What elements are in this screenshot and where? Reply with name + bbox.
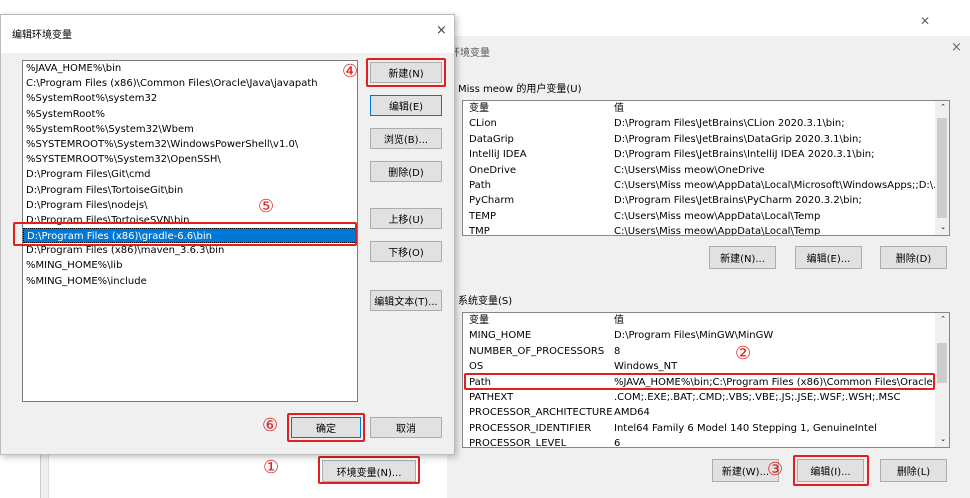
- table-row[interactable]: OneDrive C:\Users\Miss meow\OneDrive: [463, 163, 949, 178]
- scroll-up-icon[interactable]: ⌃: [940, 103, 946, 111]
- sys-vars-label: 系统变量(S): [458, 296, 513, 307]
- list-item[interactable]: %SystemRoot%\system32: [23, 91, 357, 106]
- move-up-button[interactable]: 上移(U): [370, 208, 442, 229]
- table-row[interactable]: PROCESSOR_LEVEL 6: [463, 436, 949, 448]
- list-item[interactable]: %JAVA_HOME%\bin: [23, 61, 357, 76]
- scroll-up-icon[interactable]: ⌃: [940, 315, 946, 323]
- delete-button[interactable]: 删除(D): [370, 161, 442, 182]
- var-value: 8: [614, 345, 621, 357]
- table-row[interactable]: PATHEXT .COM;.EXE;.BAT;.CMD;.VBS;.VBE;.JS…: [463, 390, 949, 405]
- cancel-button[interactable]: 取消: [370, 417, 442, 438]
- var-value: C:\Users\Miss meow\AppData\Local\Microso…: [614, 179, 943, 191]
- edit-button[interactable]: 编辑(E): [370, 95, 442, 116]
- var-value: D:\Program Files\MinGW\MinGW: [614, 330, 774, 342]
- user-vars-table[interactable]: 变量值 CLion D:\Program Files\JetBrains\CLio…: [462, 100, 950, 236]
- var-name: PROCESSOR_IDENTIFIER: [469, 422, 592, 434]
- table-header: 变量值: [469, 315, 624, 326]
- highlight-4: [366, 58, 446, 87]
- table-row[interactable]: NUMBER_OF_PROCESSORS 8: [463, 344, 949, 359]
- var-value: Intel64 Family 6 Model 140 Stepping 1, G…: [614, 422, 877, 434]
- list-item[interactable]: %SystemRoot%: [23, 107, 357, 122]
- var-name: IntelliJ IDEA: [469, 149, 527, 161]
- marker-4: ④: [342, 61, 359, 82]
- table-row[interactable]: PyCharm D:\Program Files\JetBrains\PyChar…: [463, 193, 949, 208]
- top-close-icon[interactable]: ✕: [920, 14, 930, 28]
- user-new-button[interactable]: 新建(N)...: [709, 246, 776, 269]
- list-item[interactable]: D:\Program Files\Git\cmd: [23, 167, 357, 182]
- var-name: CLion: [469, 118, 497, 130]
- var-name: MING_HOME: [469, 330, 532, 342]
- var-value: D:\Program Files\JetBrains\CLion 2020.3.…: [614, 118, 845, 130]
- table-row[interactable]: TMP C:\Users\Miss meow\AppData\Local\Temp: [463, 224, 949, 236]
- var-value: C:\Users\Miss meow\AppData\Local\Temp: [614, 226, 821, 236]
- var-value: C:\Users\Miss meow\AppData\Local\Temp: [614, 210, 821, 222]
- var-name: TMP: [469, 226, 490, 236]
- marker-6: ⑥: [262, 415, 279, 436]
- table-row[interactable]: DataGrip D:\Program Files\JetBrains\DataG…: [463, 132, 949, 147]
- var-value: AMD64: [614, 407, 650, 419]
- user-vars-label: Miss meow 的用户变量(U): [458, 84, 582, 95]
- highlight-2: [464, 373, 935, 390]
- var-name: PROCESSOR_ARCHITECTURE: [469, 407, 613, 419]
- var-name: Path: [469, 179, 491, 191]
- var-name: NUMBER_OF_PROCESSORS: [469, 345, 605, 357]
- env-dialog-title: 环境变量: [450, 48, 490, 59]
- move-down-button[interactable]: 下移(O): [370, 241, 442, 262]
- edit-dialog-close-icon[interactable]: ×: [436, 23, 447, 38]
- highlight-3: [793, 455, 869, 486]
- table-row[interactable]: PROCESSOR_ARCHITECTURE AMD64: [463, 405, 949, 420]
- list-item[interactable]: C:\Program Files (x86)\Common Files\Orac…: [23, 76, 357, 91]
- env-dialog-close-icon[interactable]: ×: [951, 40, 962, 55]
- var-value: D:\Program Files\JetBrains\PyCharm 2020.…: [614, 195, 862, 207]
- edit-text-button[interactable]: 编辑文本(T)...: [370, 290, 442, 311]
- marker-1: ①: [263, 457, 280, 478]
- var-value: D:\Program Files\JetBrains\IntelliJ IDEA…: [614, 149, 875, 161]
- highlight-6: [287, 413, 365, 442]
- table-row[interactable]: TEMP C:\Users\Miss meow\AppData\Local\Tem…: [463, 209, 949, 224]
- env-dialog-top: [447, 0, 970, 36]
- user-edit-button[interactable]: 编辑(E)...: [795, 246, 862, 269]
- marker-2: ②: [735, 343, 752, 364]
- highlight-5: [13, 222, 357, 246]
- var-value: 6: [614, 438, 621, 448]
- list-item[interactable]: D:\Program Files\TortoiseGit\bin: [23, 183, 357, 198]
- var-value: D:\Program Files\JetBrains\DataGrip 2020…: [614, 133, 862, 145]
- marker-3: ③: [767, 459, 784, 480]
- user-delete-button[interactable]: 删除(D): [880, 246, 947, 269]
- sys-delete-button[interactable]: 删除(L): [880, 459, 947, 482]
- table-header: 变量值: [469, 103, 624, 114]
- table-row[interactable]: IntelliJ IDEA D:\Program Files\JetBrains\…: [463, 147, 949, 162]
- table-row[interactable]: PROCESSOR_IDENTIFIER Intel64 Family 6 Mod…: [463, 421, 949, 436]
- var-name: PATHEXT: [469, 391, 514, 403]
- list-item[interactable]: %SystemRoot%\System32\Wbem: [23, 122, 357, 137]
- table-row[interactable]: Path C:\Users\Miss meow\AppData\Local\Mic…: [463, 178, 949, 193]
- var-name: PyCharm: [469, 195, 515, 207]
- list-item[interactable]: %SYSTEMROOT%\System32\WindowsPowerShell\…: [23, 137, 357, 152]
- marker-5: ⑤: [258, 196, 275, 217]
- highlight-1: [318, 456, 420, 484]
- table-row[interactable]: MING_HOME D:\Program Files\MinGW\MinGW: [463, 328, 949, 343]
- edit-dialog-title: 编辑环境变量: [12, 30, 72, 41]
- browse-button[interactable]: 浏览(B)...: [370, 128, 442, 149]
- var-value: .COM;.EXE;.BAT;.CMD;.VBS;.VBE;.JS;.JSE;.…: [614, 391, 901, 403]
- list-item[interactable]: %SYSTEMROOT%\System32\OpenSSH\: [23, 152, 357, 167]
- var-name: TEMP: [469, 210, 497, 222]
- var-name: DataGrip: [469, 133, 514, 145]
- sys-scroll-thumb[interactable]: [937, 343, 947, 383]
- list-item[interactable]: D:\Program Files\nodejs\: [23, 198, 357, 213]
- user-scroll-thumb[interactable]: [937, 118, 947, 218]
- table-row[interactable]: CLion D:\Program Files\JetBrains\CLion 20…: [463, 116, 949, 131]
- var-name: OneDrive: [469, 164, 517, 176]
- list-item[interactable]: %MING_HOME%\include: [23, 274, 357, 289]
- var-name: PROCESSOR_LEVEL: [469, 438, 567, 448]
- var-value: C:\Users\Miss meow\OneDrive: [614, 164, 765, 176]
- list-item[interactable]: %MING_HOME%\lib: [23, 258, 357, 273]
- scroll-down-icon[interactable]: ⌄: [940, 223, 946, 231]
- scroll-down-icon[interactable]: ⌄: [940, 435, 946, 443]
